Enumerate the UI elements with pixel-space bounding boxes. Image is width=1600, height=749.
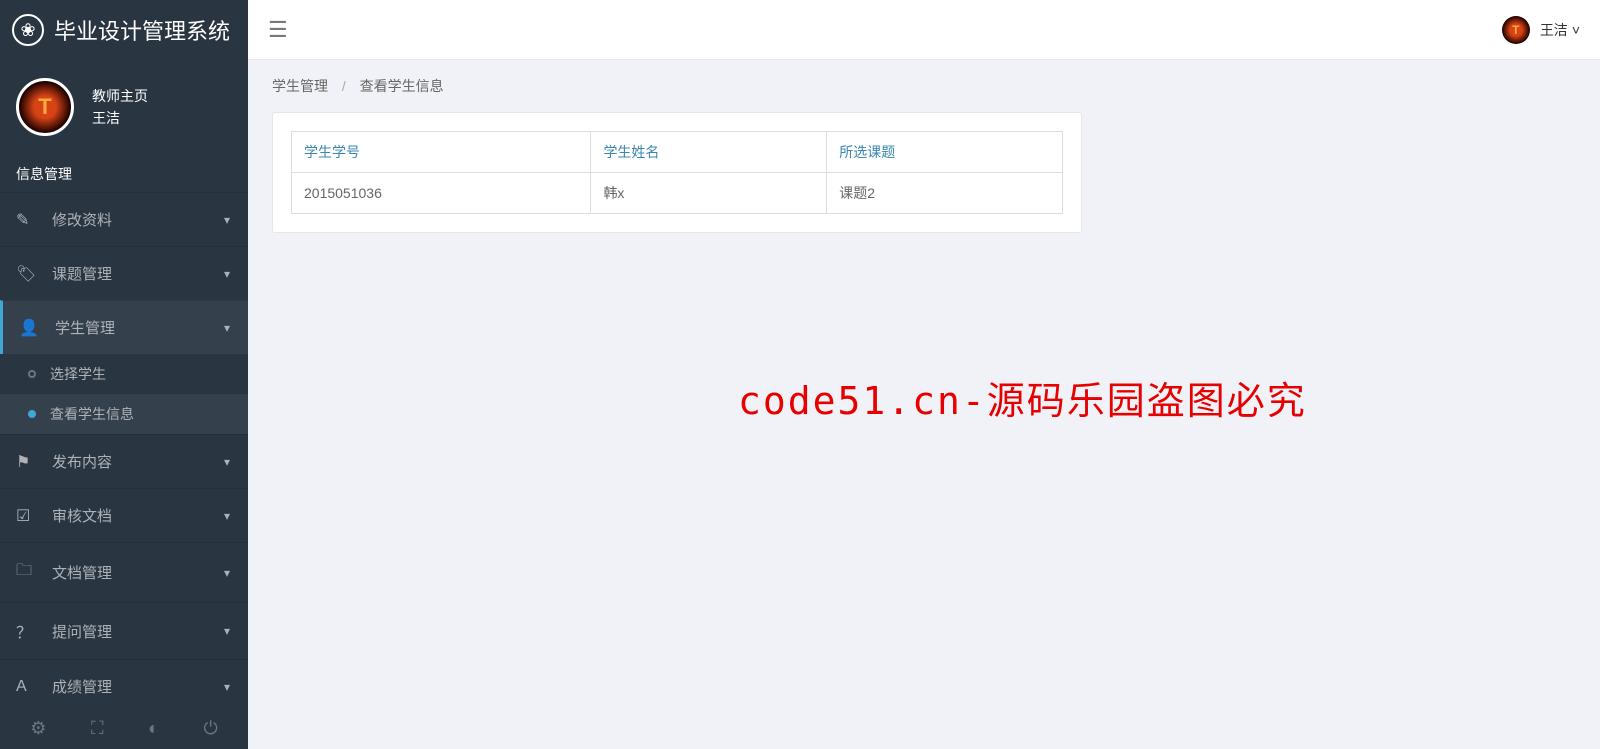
student-table: 学生学号 学生姓名 所选课题 2015051036 韩x 课题2 <box>291 131 1063 214</box>
main-content: 学生管理 / 查看学生信息 学生学号 学生姓名 所选课题 2015051036 … <box>248 60 1600 749</box>
nav-label: 修改资料 <box>52 209 112 230</box>
check-icon: ☑ <box>16 506 38 526</box>
chevron-down-icon: ▾ <box>224 213 230 227</box>
nav-label: 学生管理 <box>55 317 115 338</box>
watermark-text: code51.cn-源码乐园盗图必究 <box>738 370 1307 425</box>
cell-student-name: 韩x <box>591 173 827 214</box>
power-icon[interactable]: ⏻ <box>203 718 217 739</box>
sub-select-student[interactable]: 选择学生 <box>0 354 248 394</box>
nav-label: 发布内容 <box>52 451 112 472</box>
topbar: ☰ T 王洁 ˅ <box>248 0 1600 60</box>
breadcrumb-item[interactable]: 学生管理 <box>272 78 328 94</box>
user-icon: 👤 <box>19 318 41 338</box>
nav-grade-manage[interactable]: A 成绩管理 ▾ <box>0 659 248 713</box>
sub-label: 查看学生信息 <box>50 404 134 424</box>
nav-label: 成绩管理 <box>52 676 112 697</box>
nav-label: 审核文档 <box>52 505 112 526</box>
paw-icon: ❀ <box>12 14 44 46</box>
folder-icon: 🗀 <box>16 559 38 586</box>
nav-question-manage[interactable]: ？ 提问管理 ▾ <box>0 602 248 659</box>
breadcrumb-separator: / <box>342 78 346 94</box>
chevron-down-icon: ▾ <box>224 566 230 580</box>
sub-view-student-info[interactable]: 查看学生信息 <box>0 394 248 434</box>
dot-icon <box>28 410 36 418</box>
brand[interactable]: ❀ 毕业设计管理系统 <box>0 0 248 60</box>
col-student-name: 学生姓名 <box>591 132 827 173</box>
chevron-down-icon: ▾ <box>224 624 230 638</box>
gear-icon[interactable]: ⚙ <box>30 718 46 739</box>
sub-label: 选择学生 <box>50 364 106 384</box>
nav-label: 文档管理 <box>52 562 112 583</box>
menu-toggle-icon[interactable]: ☰ <box>268 17 288 43</box>
flag-icon: ⚑ <box>16 452 38 472</box>
sidebar: ❀ 毕业设计管理系统 T 教师主页 王洁 信息管理 ✎ 修改资料 ▾ 🏷 课题管… <box>0 0 248 749</box>
profile-block: T 教师主页 王洁 <box>0 60 248 148</box>
breadcrumb-item: 查看学生信息 <box>360 78 444 94</box>
topbar-username: 王洁 <box>1540 20 1568 40</box>
user-dropdown[interactable]: T 王洁 ˅ <box>1502 16 1580 44</box>
chevron-down-icon: ▾ <box>224 267 230 281</box>
chevron-down-icon: ▾ <box>224 509 230 523</box>
chevron-down-icon: ˅ <box>1572 22 1580 38</box>
nav-review-doc[interactable]: ☑ 审核文档 ▾ <box>0 488 248 542</box>
breadcrumb: 学生管理 / 查看学生信息 <box>248 60 1600 112</box>
tag-icon: 🏷 <box>16 264 38 284</box>
nav-student-manage[interactable]: 👤 学生管理 ▾ <box>0 300 248 354</box>
profile-name: 王洁 <box>92 107 148 129</box>
chevron-down-icon: ▾ <box>224 455 230 469</box>
dot-icon <box>28 370 36 378</box>
nav-label: 提问管理 <box>52 621 112 642</box>
chevron-down-icon: ▾ <box>224 680 230 694</box>
contrast-icon[interactable]: ◐ <box>148 718 159 739</box>
cell-student-id: 2015051036 <box>292 173 591 214</box>
nav-label: 课题管理 <box>52 263 112 284</box>
bottom-toolbar: ⚙ ⛶ ◐ ⏻ <box>0 708 248 749</box>
app-title: 毕业设计管理系统 <box>54 14 230 46</box>
fullscreen-icon[interactable]: ⛶ <box>91 718 104 739</box>
nav-edit-profile[interactable]: ✎ 修改资料 ▾ <box>0 192 248 246</box>
student-info-panel: 学生学号 学生姓名 所选课题 2015051036 韩x 课题2 <box>272 112 1082 233</box>
chevron-down-icon: ▾ <box>224 321 230 335</box>
section-title: 信息管理 <box>0 148 248 192</box>
avatar: T <box>16 78 74 136</box>
profile-role: 教师主页 <box>92 85 148 107</box>
cell-topic: 课题2 <box>827 173 1063 214</box>
col-selected-topic: 所选课题 <box>827 132 1063 173</box>
nav-publish[interactable]: ⚑ 发布内容 ▾ <box>0 434 248 488</box>
font-icon: A <box>16 678 38 696</box>
table-row: 2015051036 韩x 课题2 <box>292 173 1063 214</box>
nav-topic-manage[interactable]: 🏷 课题管理 ▾ <box>0 246 248 300</box>
pencil-icon: ✎ <box>16 210 38 230</box>
question-icon: ？ <box>16 619 38 643</box>
nav-doc-manage[interactable]: 🗀 文档管理 ▾ <box>0 542 248 602</box>
col-student-id: 学生学号 <box>292 132 591 173</box>
avatar-small: T <box>1502 16 1530 44</box>
